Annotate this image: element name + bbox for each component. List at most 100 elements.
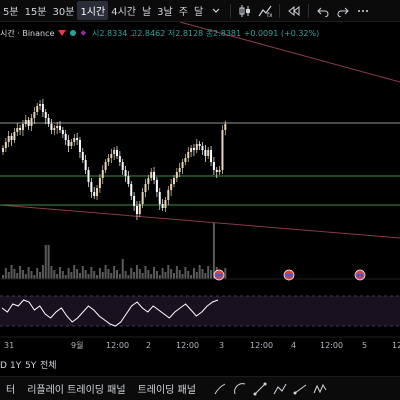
candle-body [107, 158, 110, 162]
candle-body [113, 150, 116, 154]
candle-body [195, 144, 198, 150]
candles [2, 99, 227, 220]
range-button-all[interactable]: 전체 [40, 360, 57, 371]
volume-bar [161, 268, 164, 279]
undo-icon[interactable] [313, 1, 333, 21]
candle-body [78, 140, 81, 152]
tab-replay-trading-panel[interactable]: 리플레이 트레이딩 패널 [21, 381, 131, 396]
candle-body [93, 192, 96, 196]
volume-bar [53, 270, 56, 279]
volume-bar [155, 271, 158, 279]
chevron-down-icon[interactable] [206, 1, 226, 21]
candle-body [133, 196, 136, 206]
time-label: 12:00 [320, 341, 343, 350]
volume-bar [124, 271, 127, 279]
event-marker-1[interactable] [213, 269, 225, 281]
brush-icon[interactable] [210, 379, 230, 399]
candle-body [98, 178, 101, 188]
trendline-lower[interactable] [0, 204, 400, 239]
candles-icon[interactable] [235, 1, 255, 21]
volume-bar [36, 268, 39, 279]
volume-bar [50, 266, 53, 279]
candle-body [70, 142, 73, 146]
ohlc-values: 시2.8334 고2.8462 저2.8128 종2.8381 +0.0091 … [92, 28, 320, 38]
toolbar-divider [308, 3, 310, 18]
range-button-partial[interactable]: D [0, 361, 7, 371]
volume-bar [24, 274, 27, 279]
volume-bar [173, 273, 175, 279]
event-marker-2[interactable] [283, 269, 295, 281]
volume-bar [181, 274, 184, 279]
volume-bar [96, 275, 99, 279]
rewind-icon[interactable] [284, 1, 304, 21]
event-marker-3[interactable] [354, 269, 366, 281]
tab-trading-panel[interactable]: 트레이딩 패널 [132, 381, 202, 396]
timeframe-15m[interactable]: 15분 [22, 1, 50, 20]
redo-icon[interactable] [333, 1, 353, 21]
candle-body [13, 132, 16, 140]
symbol-name[interactable]: 시간 · Binance [0, 28, 54, 39]
volume-bar [190, 275, 193, 279]
candle-body [201, 146, 204, 150]
share-icon[interactable]: ⬥ [80, 28, 86, 38]
volume-bar [170, 269, 173, 279]
candle-body [90, 182, 93, 192]
volume-bar [41, 265, 44, 279]
volume-bar [110, 273, 113, 279]
volume-bar [44, 245, 47, 279]
candle-body [47, 118, 50, 124]
volume-bar [210, 270, 213, 279]
candle-body [61, 130, 64, 134]
volume-bar [158, 275, 161, 279]
candle-body [21, 124, 24, 130]
volume-bar [107, 269, 110, 279]
volume-bar [30, 271, 33, 279]
volume-bar [93, 271, 96, 279]
price-chart[interactable]: 31 9월 12:00 2 12:00 3 12:00 4 12:00 5 12… [0, 0, 400, 376]
toolbar-divider [230, 3, 232, 18]
volume-bar [167, 265, 170, 279]
timeframe-4h[interactable]: 4시간 [108, 1, 139, 20]
volume-bar [138, 269, 141, 279]
candle-body [81, 152, 84, 160]
time-label: 12:00 [250, 341, 273, 350]
candle-body [67, 140, 70, 146]
time-label: 12:00 [176, 341, 199, 350]
timeframe-3d[interactable]: 3날 [154, 1, 176, 20]
timeframe-1w[interactable]: 주 [176, 1, 191, 20]
volume-bar [224, 268, 227, 279]
line-tool-icon[interactable] [250, 379, 270, 399]
range-button-1y[interactable]: 1Y [10, 361, 22, 371]
top-toolbar: 5분 15분 30분 1시간 4시간 날 3날 주 달 fx [0, 0, 400, 22]
indicators-icon[interactable]: fx [255, 1, 275, 21]
path-tool-icon[interactable] [270, 379, 290, 399]
volume-bar [21, 270, 24, 279]
zigzag-tool-icon[interactable] [310, 379, 330, 399]
timeframe-5m[interactable]: 5분 [0, 1, 22, 20]
volume-bar [187, 271, 190, 279]
volume-bar [90, 267, 93, 279]
bottom-panel-tabs: 터 리플레이 트레이딩 패널 트레이딩 패널 [0, 376, 400, 400]
arc-icon[interactable] [230, 379, 250, 399]
candle-body [221, 130, 224, 170]
timeframe-1mo[interactable]: 달 [191, 1, 206, 20]
time-label: 31 [4, 341, 14, 350]
candle-body [124, 170, 127, 176]
candle-body [24, 120, 27, 124]
timeframe-1d[interactable]: 날 [139, 1, 154, 20]
range-button-5y[interactable]: 5Y [25, 361, 37, 371]
candle-body [96, 188, 99, 196]
more-icon[interactable] [353, 1, 373, 21]
candle-body [170, 184, 173, 190]
candle-body [50, 124, 53, 130]
volume-bar [73, 265, 76, 279]
volume-bar [4, 268, 7, 279]
candle-body [41, 104, 44, 112]
tab-partial[interactable]: 터 [0, 381, 21, 396]
volume-bar [207, 266, 210, 279]
candle-body [175, 172, 178, 178]
timeframe-1h[interactable]: 1시간 [77, 1, 109, 20]
candle-body [44, 112, 47, 118]
timeframe-30m[interactable]: 30분 [50, 1, 78, 20]
ray-tool-icon[interactable] [290, 379, 310, 399]
